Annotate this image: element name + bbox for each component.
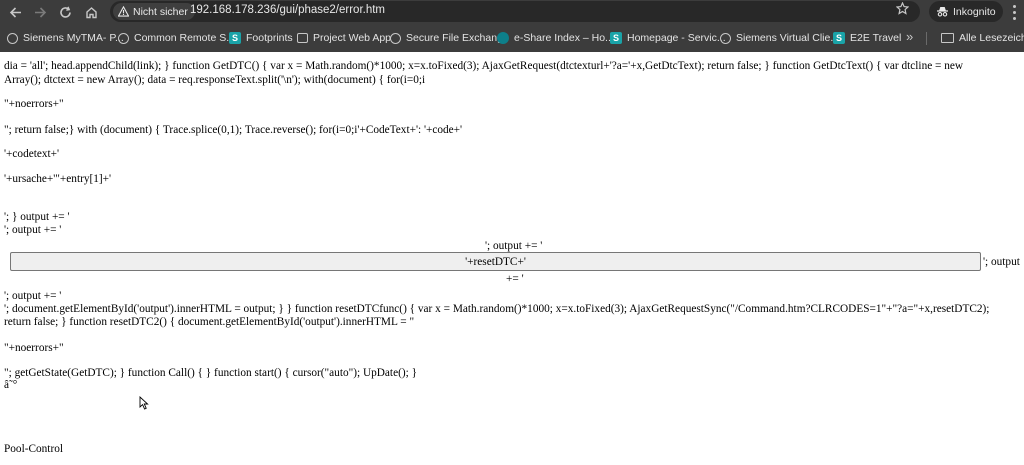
mouse-cursor-icon (139, 396, 149, 410)
globe-icon (7, 32, 18, 44)
reload-icon (59, 6, 71, 18)
arrow-left-icon (9, 6, 21, 18)
reload-button[interactable] (55, 2, 75, 22)
home-button[interactable] (81, 2, 101, 22)
code-text-line: '; output (983, 256, 1020, 268)
bookmark-footprints[interactable]: S Footprints (229, 30, 293, 46)
bookmarks-overflow-button[interactable]: » (906, 29, 913, 44)
browser-menu-button[interactable] (1008, 3, 1020, 21)
bookmark-siemens-virtual-client[interactable]: Siemens Virtual Clie... (720, 30, 839, 46)
code-text-line: "+noerrors+" (4, 98, 64, 110)
globe-icon (118, 32, 129, 44)
code-text-line: += ' (506, 273, 524, 285)
back-button[interactable] (5, 2, 25, 22)
incognito-icon (937, 7, 948, 17)
url-text: 192.168.178.236/gui/phase2/error.htm (190, 4, 386, 16)
bookmark-label: e-Share Index – Ho... (514, 32, 614, 44)
code-text-line: "; getGetState(GetDTC); } function Call(… (4, 367, 417, 379)
warning-icon (118, 6, 129, 17)
bookmark-star-button[interactable] (895, 1, 910, 18)
bookmark-project-web-app[interactable]: Project Web App (297, 30, 391, 46)
all-bookmarks-folder[interactable]: Alle Lesezeichen (941, 30, 1024, 46)
share-icon (497, 32, 509, 44)
s-logo-icon: S (229, 32, 241, 44)
bookmark-e2e-travel[interactable]: S E2E Travel (833, 30, 901, 46)
code-text-line: dia = 'all'; head.appendChild(link); } f… (4, 60, 964, 72)
bookmark-label: Homepage - Servic... (627, 32, 726, 44)
double-chevron-right-icon: » (906, 29, 914, 44)
bookmark-label: Common Remote S... (134, 32, 235, 44)
incognito-chip[interactable]: Inkognito (929, 1, 1003, 22)
star-icon (895, 1, 910, 15)
reset-dtc-button[interactable]: '+resetDTC+' (10, 252, 981, 271)
bookmark-secure-file-exchange[interactable]: Secure File Exchange (390, 30, 509, 46)
bookmark-common-remote[interactable]: Common Remote S... (118, 30, 235, 46)
code-text-line: '+ursache+'"+entry[1]+' (4, 173, 112, 185)
security-chip[interactable]: Nicht sicher (113, 3, 195, 20)
browser-toolbar: Nicht sicher 192.168.178.236/gui/phase2/… (0, 0, 1024, 24)
s-logo-icon: S (833, 32, 845, 44)
forward-button[interactable] (30, 2, 50, 22)
menu-dot-icon (1012, 10, 1016, 14)
code-text-line: Pool-Control (4, 443, 63, 455)
all-bookmarks-label: Alle Lesezeichen (959, 32, 1024, 44)
code-text-line: '; output += ' (4, 224, 62, 236)
bookmarks-divider (926, 32, 927, 45)
reset-button-label: '+resetDTC+' (465, 255, 526, 268)
code-text-line: â˜° (4, 379, 18, 391)
bookmark-label: Footprints (246, 32, 293, 44)
s-logo-icon: S (610, 32, 622, 44)
code-text-line: '; document.getElementById('output').inn… (4, 303, 990, 315)
code-text-line: '; } output += ' (4, 211, 70, 223)
bookmark-label: Siemens Virtual Clie... (736, 32, 840, 44)
bookmark-label: Siemens MyTMA- P... (23, 32, 124, 44)
arrow-right-icon (34, 6, 46, 18)
page-content: dia = 'all'; head.appendChild(link); } f… (0, 52, 1024, 465)
menu-dot-icon (1012, 4, 1016, 8)
code-text-line: '+codetext+' (4, 148, 60, 160)
code-text-line: "; return false;} with (document) { Trac… (4, 124, 463, 136)
code-text-line: '; output += ' (4, 290, 62, 302)
code-text-line: return false; } function resetDTC2() { d… (4, 316, 415, 328)
bookmark-siemens-mytma[interactable]: Siemens MyTMA- P... (7, 30, 124, 46)
bookmark-homepage-service[interactable]: S Homepage - Servic... (610, 30, 726, 46)
bookmark-label: Project Web App (313, 32, 392, 44)
bookmark-label: E2E Travel (850, 32, 902, 44)
security-label: Nicht sicher (133, 5, 188, 18)
folder-icon (941, 33, 954, 43)
project-icon (297, 33, 308, 43)
code-text-line: Array(); dtctext = new Array(); data = r… (4, 74, 426, 86)
swirl-icon (720, 32, 731, 44)
bookmarks-bar: Siemens MyTMA- P... Common Remote S... S… (0, 26, 1024, 50)
bookmark-e-share-index[interactable]: e-Share Index – Ho... (497, 30, 614, 46)
menu-dot-icon (1012, 16, 1016, 20)
bookmark-label: Secure File Exchange (406, 32, 509, 44)
incognito-label: Inkognito (953, 5, 996, 18)
browser-chrome: Nicht sicher 192.168.178.236/gui/phase2/… (0, 0, 1024, 52)
code-text-line: "+noerrors+" (4, 342, 64, 354)
code-text-line: '; output += ' (485, 240, 543, 252)
address-bar[interactable]: Nicht sicher 192.168.178.236/gui/phase2/… (110, 1, 920, 22)
globe-icon (390, 32, 401, 44)
home-icon (85, 6, 97, 18)
